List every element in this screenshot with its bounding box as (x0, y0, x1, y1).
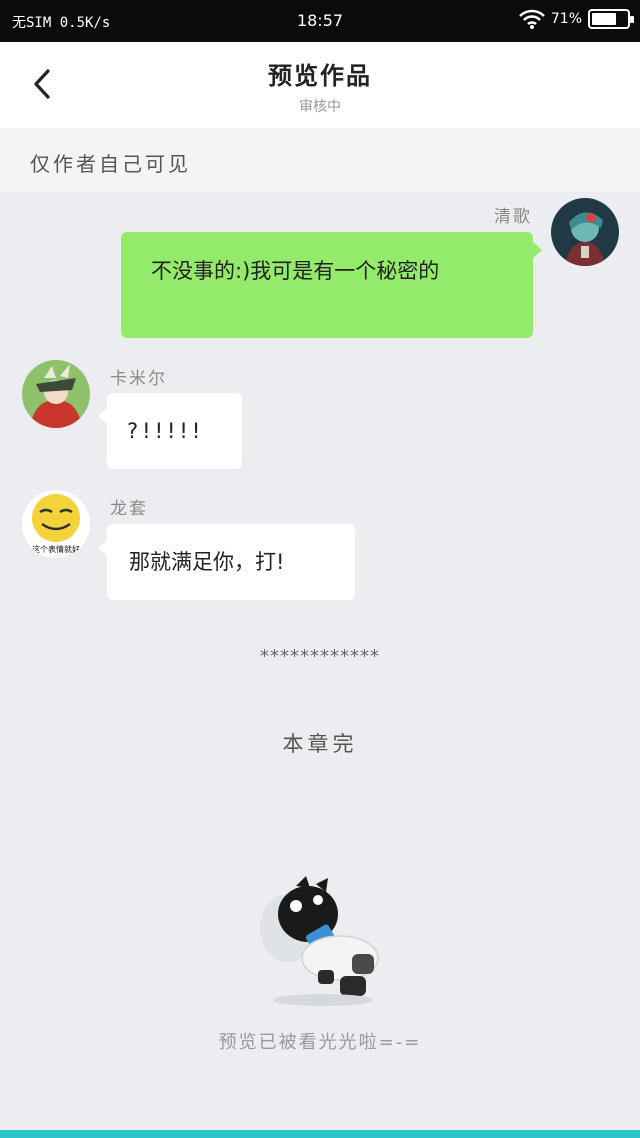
bubble-tail (98, 540, 107, 556)
message-text: ?!!!!! (127, 419, 205, 443)
bubble-tail (98, 408, 107, 424)
bubble-tail (533, 242, 542, 258)
message-bubble: 那就满足你，打! (107, 524, 355, 600)
visibility-notice-text: 仅作者自己可见 (30, 152, 191, 176)
battery-percent: 71% (550, 11, 582, 27)
visibility-notice: 仅作者自己可见 (0, 128, 640, 192)
status-icons: 71% (518, 9, 634, 29)
message-text: 那就满足你，打! (129, 550, 285, 574)
avatar-caption: 这个表情就好 (32, 544, 80, 554)
message-bubble: ?!!!!! (107, 393, 242, 469)
avatar[interactable]: 这个表情就好 (22, 490, 90, 558)
battery-icon (588, 9, 634, 29)
wifi-icon (518, 9, 545, 29)
message-bubble: 不没事的:)我可是有一个秘密的 (121, 232, 533, 338)
sender-name: 龙套 (110, 499, 148, 519)
bottom-accent-bar (0, 1130, 640, 1138)
avatar-image: 这个表情就好 (22, 490, 90, 558)
battery-fill (592, 13, 617, 25)
mascot-icon (260, 876, 379, 1006)
message-text: 不没事的:)我可是有一个秘密的 (151, 259, 440, 283)
sender-name: 清歌 (494, 207, 532, 227)
avatar[interactable] (551, 198, 619, 266)
footer-text: 预览已被看光光啦=-= (218, 1032, 422, 1053)
chapter-end-label: 本章完 (282, 732, 358, 756)
status-bar: 无SIM 0.5K/s 18:57 71% (0, 0, 640, 42)
separator: ************ (260, 646, 380, 667)
avatar-image (551, 198, 619, 266)
avatar-image (22, 360, 90, 428)
page-subtitle: 审核中 (299, 99, 341, 115)
sender-name: 卡米尔 (110, 369, 167, 389)
page-title: 预览作品 (268, 62, 372, 90)
header: 预览作品 审核中 (0, 42, 640, 128)
avatar[interactable] (22, 360, 90, 428)
